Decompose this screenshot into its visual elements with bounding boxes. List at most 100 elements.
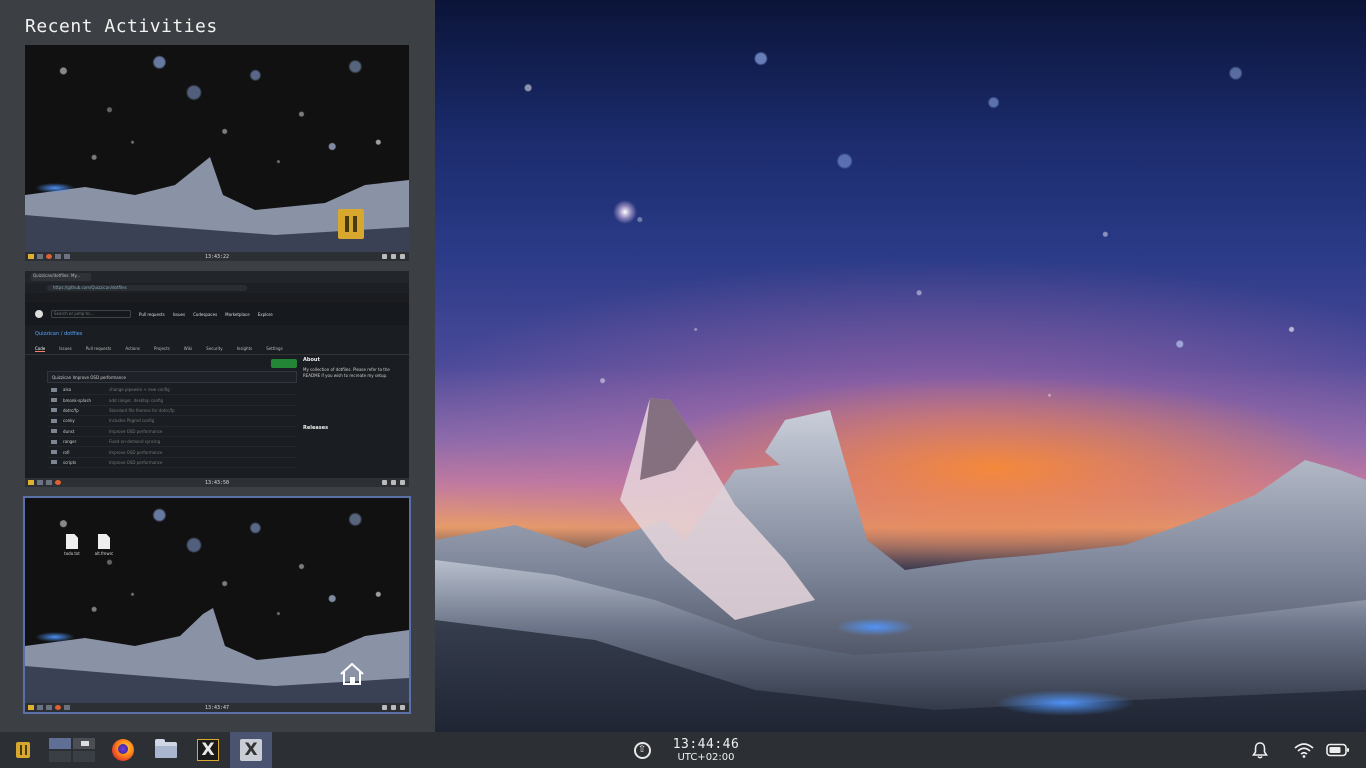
file-row: ranger Fixed on-demand syncing: [47, 437, 297, 448]
repo-title: Quizzican / dotfiles: [35, 331, 83, 337]
repo-tab: Pull requests: [85, 346, 112, 351]
folder-icon: [51, 398, 57, 403]
repo-tab: Issues: [59, 346, 72, 351]
file-row: scripts Improve OSD performance: [47, 458, 297, 469]
file-name: scripts: [63, 459, 77, 465]
clock-timezone: UTC+02:00: [677, 751, 735, 763]
header-link: Pull requests: [139, 311, 165, 317]
file-row: bmonk-splash add ranger, desktop config: [47, 395, 297, 406]
blue-light: [995, 690, 1135, 716]
update-button[interactable]: ⇧: [630, 732, 654, 768]
file-icon: [98, 534, 110, 549]
mini-clock: 13:43:22: [204, 253, 230, 260]
clock-time: 13:44:46: [672, 736, 740, 752]
workspace-pager[interactable]: [48, 732, 96, 768]
folder-icon: [51, 408, 57, 413]
wifi-icon: [1294, 743, 1314, 758]
workspace-4[interactable]: [72, 750, 96, 763]
mini-taskbar: 13:43:47: [25, 703, 409, 712]
commit-message: add ranger, desktop config: [109, 397, 164, 403]
battery-button[interactable]: [1324, 732, 1352, 768]
taskbar-window-1[interactable]: X: [188, 732, 228, 768]
home-icon: [340, 662, 364, 685]
releases-title: Releases: [303, 425, 329, 431]
app-menu-icon: [16, 742, 30, 758]
file-row: dotrc/fp Standard file themes for dotrc/f…: [47, 406, 297, 417]
repo-tab: Code: [35, 345, 46, 352]
commit-message: Fixed on-demand syncing: [109, 439, 161, 445]
file-row: rofi Improve OSD performance: [47, 447, 297, 458]
workspace-3[interactable]: [48, 750, 72, 763]
file-name: dunst: [63, 428, 75, 434]
activity-thumbnail-desktop[interactable]: 13:43:22: [25, 45, 409, 261]
repo-tab: Actions: [125, 346, 140, 351]
url-field: https://github.com/Quizzican/dotfiles: [47, 285, 247, 291]
upload-icon: ⇧: [633, 741, 651, 759]
github-header: Search or jump to... Pull requests Issue…: [25, 303, 409, 325]
workspace-1[interactable]: [48, 737, 72, 750]
folder-icon: [51, 387, 57, 392]
about-section: About My collection of dotfiles. Please …: [303, 357, 399, 435]
clock[interactable]: 13:44:46 UTC+02:00: [668, 732, 744, 768]
blue-light: [835, 618, 915, 636]
file-row: dunst Improve OSD performance: [47, 427, 297, 437]
about-title: About: [303, 357, 320, 363]
folder-icon: [51, 439, 57, 444]
bookmarks-bar: [25, 293, 409, 303]
browser-tab: Quizzican/dotfiles: My...: [31, 273, 91, 281]
mini-clock: 13:43:50: [204, 479, 230, 486]
desktop-icon-file: todo.txt: [57, 534, 87, 556]
app-x-icon: X: [240, 739, 262, 761]
file-list: Quizzican Improve OSD performance alsa ch…: [47, 371, 297, 469]
file-name: dotrc/fp: [63, 407, 79, 413]
mini-clock: 13:43:47: [204, 704, 230, 711]
desktop-screen: Recent Activities 13:43:22 Quizzican/dot…: [0, 0, 1366, 768]
taskbar: X X ⇧ 13:44:46 UTC+02:00: [0, 732, 1366, 768]
repo-tab: Security: [206, 346, 223, 351]
header-link: Marketplace: [225, 311, 250, 317]
firefox-icon: [112, 739, 134, 761]
file-row: alsa change pipewire + new config: [47, 385, 297, 396]
mini-taskbar: 13:43:50: [25, 478, 409, 487]
battery-icon: [1326, 743, 1349, 757]
notifications-button[interactable]: [1248, 732, 1272, 768]
taskbar-window-2-active[interactable]: X: [230, 732, 272, 768]
browser-urlbar: https://github.com/Quizzican/dotfiles: [25, 283, 409, 293]
files-launcher[interactable]: [150, 732, 182, 768]
activity-thumbnail-browser[interactable]: Quizzican/dotfiles: My... https://github…: [25, 271, 409, 487]
file-name: alsa: [63, 387, 72, 393]
file-name: rofi: [63, 449, 70, 455]
code-button: [271, 359, 297, 368]
workspace-2[interactable]: [72, 737, 96, 750]
blue-light: [35, 632, 75, 642]
bell-icon: [1252, 742, 1268, 759]
repo-tab: Projects: [153, 346, 170, 351]
folder-icon: [51, 429, 57, 434]
folder-icon: [51, 418, 57, 423]
terminal-app-icon: X: [197, 739, 219, 761]
header-link: Explore: [257, 311, 273, 317]
panel-title: Recent Activities: [25, 16, 218, 37]
about-text: My collection of dotfiles. Please refer …: [303, 367, 390, 378]
commit-message: Improve OSD performance: [109, 428, 163, 434]
repo-tab: Settings: [266, 346, 283, 351]
commit-message: change pipewire + new config: [109, 387, 170, 393]
github-search: Search or jump to...: [51, 310, 131, 318]
desktop-wallpaper[interactable]: [435, 0, 1366, 732]
folder-icon: [51, 460, 57, 465]
app-menu-button[interactable]: [8, 732, 38, 768]
recent-activities-panel: Recent Activities 13:43:22 Quizzican/dot…: [0, 0, 435, 732]
folder-icon: [51, 450, 57, 455]
firefox-launcher[interactable]: [108, 732, 138, 768]
file-name: conky: [63, 418, 75, 424]
desktop-icon-file: alt.fmwrc: [89, 534, 119, 556]
wifi-button[interactable]: [1292, 732, 1316, 768]
file-icon: [66, 534, 78, 549]
header-link: Issues: [172, 311, 186, 317]
repo-tabs: Code Issues Pull requests Actions Projec…: [25, 343, 409, 355]
mini-taskbar: 13:43:22: [25, 252, 409, 261]
blue-light: [35, 183, 75, 193]
github-page-preview: Quizzican/dotfiles: My... https://github…: [25, 271, 409, 487]
activity-thumbnail-desktop-selected[interactable]: todo.txt alt.fmwrc 13:43:47: [23, 496, 411, 714]
browser-tabbar: Quizzican/dotfiles: My...: [25, 271, 409, 283]
